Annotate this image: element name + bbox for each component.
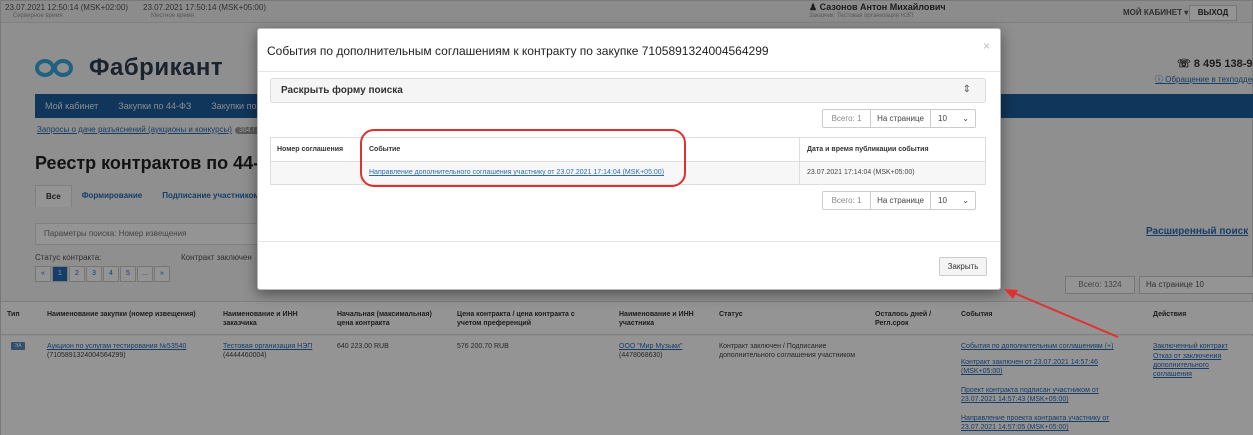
- modal-footer-divider: [258, 241, 1000, 242]
- modal-title: События по дополнительным соглашениям к …: [267, 44, 769, 58]
- per-page-value: 10: [938, 114, 947, 123]
- total-count: Всего: 1: [822, 191, 871, 210]
- pagination-top: Всего: 1 На странице 10 ⌄: [822, 109, 976, 128]
- chevron-down-icon: ⌄: [962, 196, 969, 205]
- pagination-bottom: Всего: 1 На странице 10 ⌄: [822, 191, 976, 210]
- search-form-toggle[interactable]: Раскрыть форму поиска ⇕: [270, 78, 986, 103]
- close-icon[interactable]: ×: [983, 39, 990, 53]
- red-highlight-annotation: [360, 129, 686, 187]
- expand-caret-icon: ⇕: [962, 84, 971, 95]
- chevron-down-icon: ⌄: [962, 114, 969, 123]
- per-page-select[interactable]: 10 ⌄: [931, 109, 976, 128]
- per-page-label: На странице: [871, 191, 931, 210]
- total-count: Всего: 1: [822, 109, 871, 128]
- event-date: 23.07.2021 17:14:04 (MSK+05:00): [807, 169, 915, 176]
- per-page-value: 10: [938, 196, 947, 205]
- search-form-toggle-label: Раскрыть форму поиска: [281, 85, 403, 96]
- col-publication-date: Дата и время публикации события: [807, 146, 929, 153]
- per-page-select[interactable]: 10 ⌄: [931, 191, 976, 210]
- events-modal: События по дополнительным соглашениям к …: [257, 28, 1001, 290]
- close-button[interactable]: Закрыть: [939, 257, 987, 276]
- modal-header-divider: [258, 71, 1000, 72]
- column-divider: [799, 138, 800, 184]
- col-agreement-number: Номер соглашения: [277, 146, 344, 153]
- per-page-label: На странице: [871, 109, 931, 128]
